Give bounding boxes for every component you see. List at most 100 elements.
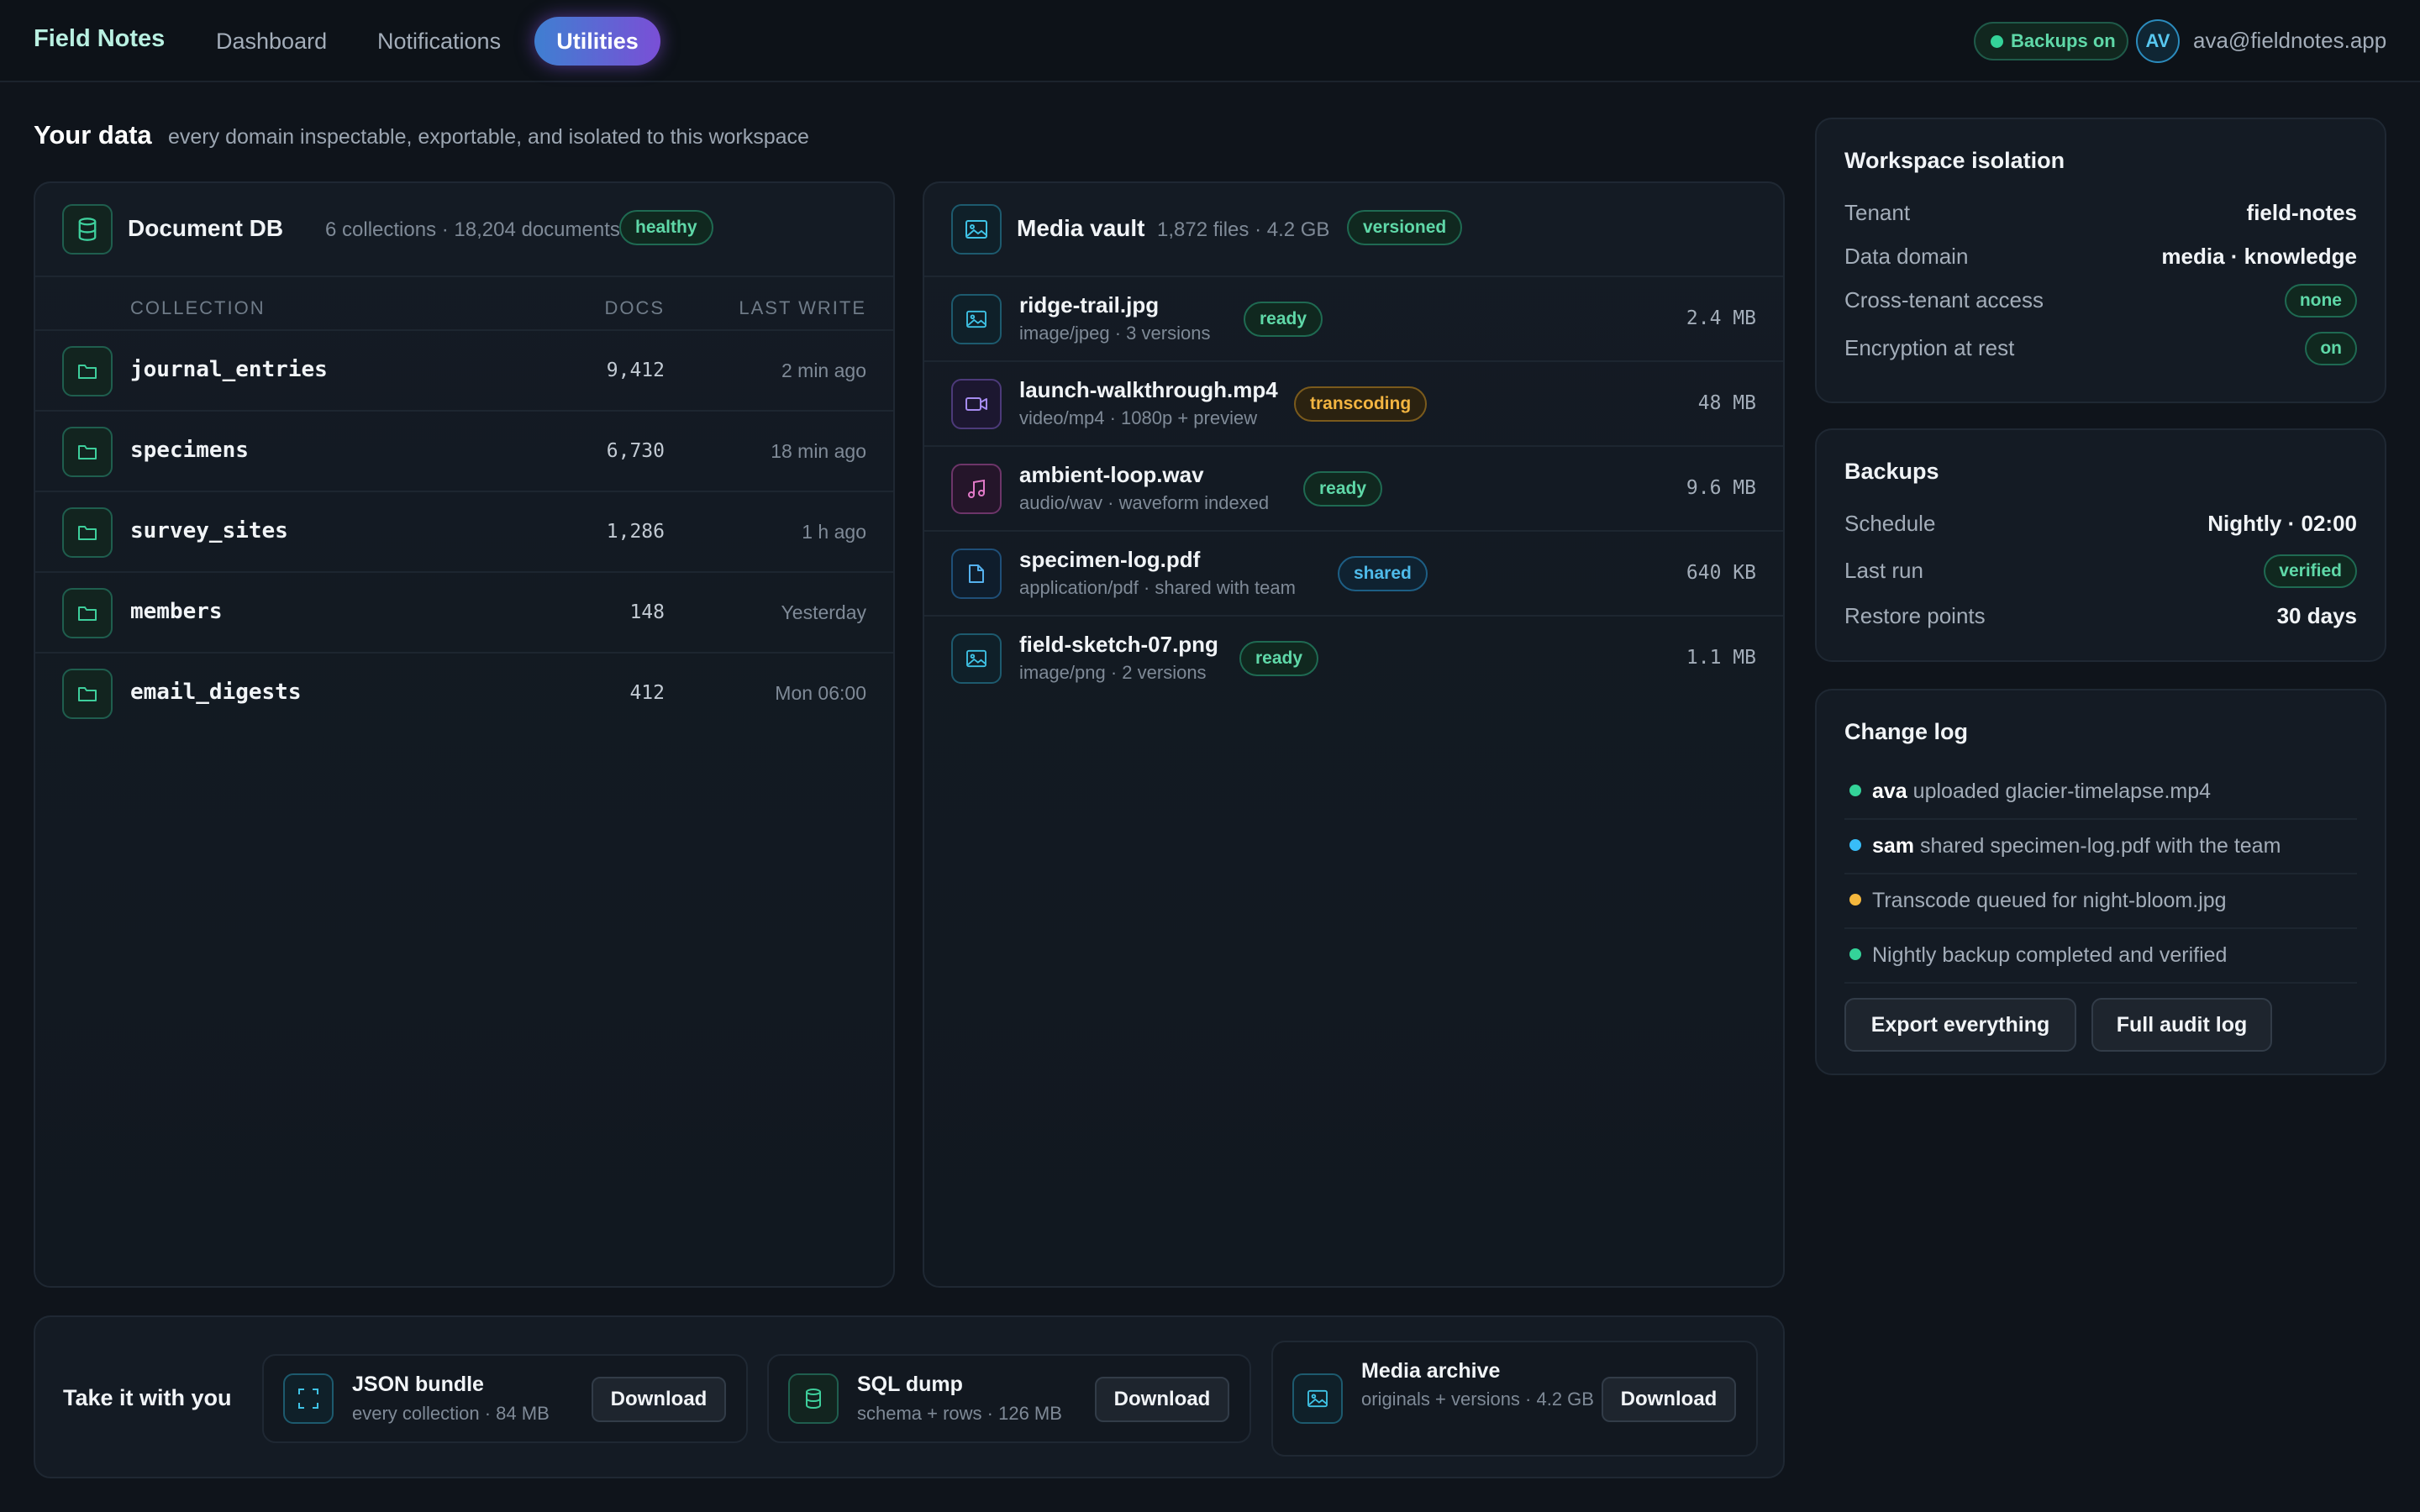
page-title: Your data [34,120,152,150]
file-status-badge: shared [1338,556,1428,591]
file-name: field-sketch-07.png [1019,632,1218,657]
export-details: originals + versions · 4.2 GB [1361,1389,1594,1410]
list-item[interactable]: specimen-log.pdf application/pdf · share… [924,532,1783,617]
data-domain-value: media · knowledge [2161,244,2357,269]
file-details: video/mp4 · 1080p + preview [1019,407,1258,428]
file-size: 1.1 MB [1686,647,1756,669]
log-item[interactable]: ava uploaded glacier-timelapse.mp4 [1844,766,2357,820]
folder-icon [62,427,113,477]
document-db-header: Document DB 6 collections · 18,204 docum… [35,183,893,277]
collection-name: journal_entries [130,357,328,382]
table-row[interactable]: specimens 6,730 18 min ago [35,412,893,492]
encryption-label: Encryption at rest [1844,335,2015,360]
collection-doc-count: 9,412 [606,360,665,381]
status-dot-icon [1849,948,1861,960]
nav-notifications[interactable]: Notifications [355,17,523,66]
table-row[interactable]: email_digests 412 Mon 06:00 [35,654,893,734]
braces-icon [283,1373,334,1424]
log-actor: sam [1872,834,1915,858]
status-dot-icon [1991,35,2003,48]
media-vault-status-badge: versioned [1347,210,1463,245]
file-details: image/jpeg · 3 versions [1019,323,1211,344]
nav-utilities[interactable]: Utilities [534,17,660,66]
collection-last-write: 1 h ago [802,521,866,543]
collection-last-write: 2 min ago [781,360,866,381]
download-sql-button[interactable]: Download [1095,1377,1229,1422]
folder-icon [62,346,113,396]
column-header-last-write[interactable]: LAST WRITE [739,297,866,319]
export-name: JSON bundle [352,1373,484,1396]
full-audit-log-button[interactable]: Full audit log [2091,998,2272,1052]
folder-icon [62,588,113,638]
nav-dashboard[interactable]: Dashboard [194,17,349,66]
database-icon [788,1373,839,1424]
tenant-value: field-notes [2246,200,2357,225]
media-vault-panel: Media vault 1,872 files · 4.2 GB version… [923,181,1785,1288]
download-media-button[interactable]: Download [1602,1377,1736,1422]
list-item[interactable]: ambient-loop.wav audio/wav · waveform in… [924,447,1783,532]
collection-name: survey_sites [130,518,288,543]
collection-doc-count: 412 [629,682,665,704]
download-json-button[interactable]: Download [592,1377,726,1422]
column-header-collection[interactable]: COLLECTION [130,297,266,319]
table-row[interactable]: journal_entries 9,412 2 min ago [35,331,893,412]
folder-icon [62,669,113,719]
workspace-isolation-card: Workspace isolation Tenant field-notes D… [1815,118,2386,403]
last-run-label: Last run [1844,558,1923,583]
export-bar: Take it with you JSON bundle every colle… [34,1315,1785,1478]
file-status-badge: ready [1303,471,1383,507]
image-icon [951,294,1002,344]
file-status-badge: ready [1244,302,1323,337]
user-email[interactable]: ava@fieldnotes.app [2193,28,2386,54]
app-brand[interactable]: Field Notes [34,25,165,53]
log-text: Nightly backup completed and verified [1872,943,2228,967]
document-db-title: Document DB [128,215,284,241]
log-actor: ava [1872,780,1907,803]
encryption-badge: on [2305,332,2357,365]
export-card-json: JSON bundle every collection · 84 MB Dow… [262,1354,748,1443]
status-dot-icon [1849,894,1861,906]
log-item[interactable]: Nightly backup completed and verified [1844,930,2357,984]
collection-name: email_digests [130,680,302,705]
top-bar: Field Notes Dashboard Notifications Util… [0,0,2420,82]
export-name: Media archive [1361,1359,1501,1383]
collection-name: specimens [130,438,249,463]
export-everything-button[interactable]: Export everything [1844,998,2076,1052]
file-name: specimen-log.pdf [1019,547,1201,572]
table-row[interactable]: survey_sites 1,286 1 h ago [35,492,893,573]
page-subtitle: every domain inspectable, exportable, an… [168,125,809,149]
list-item[interactable]: launch-walkthrough.mp4 video/mp4 · 1080p… [924,362,1783,447]
log-item[interactable]: sam shared specimen-log.pdf with the tea… [1844,821,2357,874]
data-domain-label: Data domain [1844,244,1969,269]
file-status-badge: ready [1239,641,1319,676]
media-vault-header: Media vault 1,872 files · 4.2 GB version… [924,183,1783,277]
list-item[interactable]: field-sketch-07.png image/png · 2 versio… [924,617,1783,701]
table-row[interactable]: members 148 Yesterday [35,573,893,654]
column-header-docs[interactable]: DOCS [604,297,665,319]
folder-icon [62,507,113,558]
file-details: application/pdf · shared with team [1019,577,1296,598]
log-item[interactable]: Transcode queued for night-bloom.jpg [1844,875,2357,929]
backups-status-label: Backups on [2011,30,2116,51]
last-run-badge: verified [2264,554,2357,588]
collection-last-write: Yesterday [781,601,866,623]
schedule-value: Nightly · 02:00 [2207,511,2357,536]
export-card-sql: SQL dump schema + rows · 126 MB Download [767,1354,1251,1443]
media-vault-meta: 1,872 files · 4.2 GB [1157,218,1330,241]
file-name: ridge-trail.jpg [1019,292,1160,318]
list-item[interactable]: ridge-trail.jpg image/jpeg · 3 versions … [924,277,1783,362]
collection-doc-count: 1,286 [606,521,665,543]
change-log-card: Change log ava uploaded glacier-timelaps… [1815,689,2386,1075]
image-icon [951,204,1002,255]
collection-doc-count: 148 [629,601,665,623]
database-icon [62,204,113,255]
schedule-label: Schedule [1844,511,1936,536]
avatar[interactable]: AV [2136,19,2180,63]
file-name: launch-walkthrough.mp4 [1019,377,1278,402]
backups-status-pill[interactable]: Backups on [1974,22,2128,60]
status-dot-icon [1849,785,1861,796]
export-details: every collection · 84 MB [352,1403,550,1424]
log-text: shared specimen-log.pdf with the team [1920,834,2281,858]
cross-tenant-access-label: Cross-tenant access [1844,287,2044,312]
status-dot-icon [1849,839,1861,851]
